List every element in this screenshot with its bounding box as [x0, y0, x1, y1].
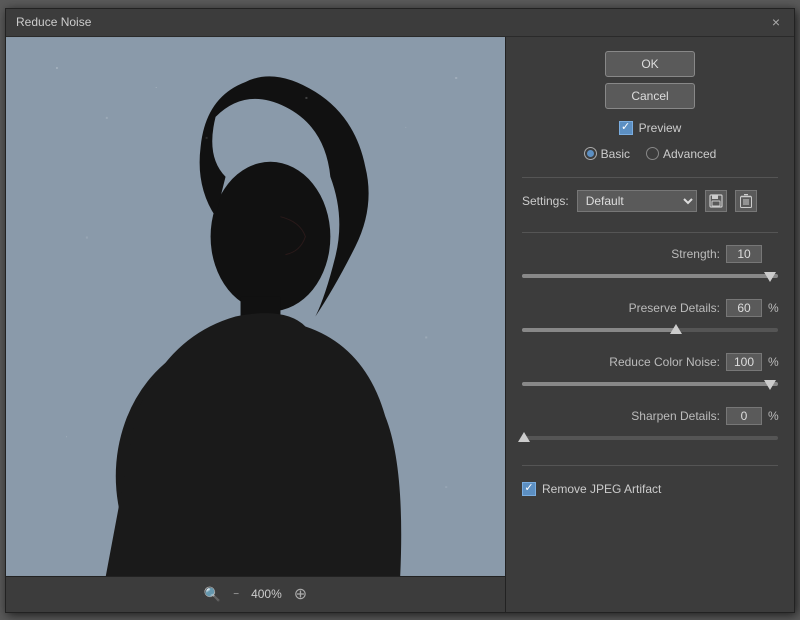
title-bar: Reduce Noise × — [6, 9, 794, 37]
image-preview-svg — [6, 37, 505, 576]
sharpen-input[interactable] — [726, 407, 762, 425]
zoom-bar: 🔍 − 400% ⊕ — [6, 576, 505, 612]
preview-row: ✓ Preview — [522, 121, 778, 135]
remove-jpeg-checkbox[interactable]: ✓ — [522, 482, 536, 496]
preserve-input[interactable] — [726, 299, 762, 317]
preserve-label-row: Preserve Details: % — [522, 299, 778, 317]
reduce-label: Reduce Color Noise: — [609, 355, 720, 369]
divider-3 — [522, 465, 778, 466]
divider-2 — [522, 232, 778, 233]
action-buttons: OK Cancel — [522, 51, 778, 109]
preview-check-mark: ✓ — [621, 122, 630, 133]
reduce-slider[interactable] — [522, 375, 778, 393]
strength-slider[interactable] — [522, 267, 778, 285]
close-button[interactable]: × — [768, 14, 784, 30]
preserve-track — [522, 328, 778, 332]
remove-jpeg-label: Remove JPEG Artifact — [542, 482, 661, 496]
mode-radio-row: Basic Advanced — [522, 147, 778, 161]
strength-fill — [522, 274, 778, 278]
reduce-track — [522, 382, 778, 386]
reduce-color-block: Reduce Color Noise: % — [522, 353, 778, 393]
preview-label: Preview — [639, 121, 682, 135]
zoom-minus[interactable]: − — [233, 589, 239, 600]
strength-track — [522, 274, 778, 278]
preserve-unit: % — [768, 301, 778, 315]
radio-advanced-label: Advanced — [663, 147, 716, 161]
sharpen-unit: % — [768, 409, 778, 423]
settings-label: Settings: — [522, 194, 569, 208]
zoom-in-icon[interactable]: ⊕ — [294, 584, 307, 604]
controls-panel: OK Cancel ✓ Preview Basic Advanc — [506, 37, 794, 612]
radio-basic-circle — [584, 147, 597, 160]
sharpen-label: Sharpen Details: — [631, 409, 720, 423]
zoom-level: 400% — [251, 587, 282, 601]
preserve-details-block: Preserve Details: % — [522, 299, 778, 339]
reduce-fill — [522, 382, 778, 386]
zoom-out-icon[interactable]: 🔍 — [204, 586, 221, 603]
radio-basic[interactable]: Basic — [584, 147, 630, 161]
ok-button[interactable]: OK — [605, 51, 695, 77]
strength-thumb[interactable] — [764, 272, 776, 282]
strength-label-row: Strength: — [522, 245, 778, 263]
sharpen-track — [522, 436, 778, 440]
reduce-thumb[interactable] — [764, 380, 776, 390]
preserve-label: Preserve Details: — [629, 301, 720, 315]
radio-advanced-circle — [646, 147, 659, 160]
sharpen-thumb[interactable] — [518, 432, 530, 442]
preserve-thumb[interactable] — [670, 324, 682, 334]
preserve-slider[interactable] — [522, 321, 778, 339]
strength-input[interactable] — [726, 245, 762, 263]
sharpen-label-row: Sharpen Details: % — [522, 407, 778, 425]
reduce-noise-dialog: Reduce Noise × — [5, 8, 795, 613]
cancel-button[interactable]: Cancel — [605, 83, 695, 109]
settings-save-btn[interactable] — [705, 190, 727, 212]
remove-jpeg-check-mark: ✓ — [524, 483, 533, 494]
radio-advanced[interactable]: Advanced — [646, 147, 716, 161]
reduce-input[interactable] — [726, 353, 762, 371]
image-canvas-area[interactable] — [6, 37, 505, 576]
reduce-label-row: Reduce Color Noise: % — [522, 353, 778, 371]
dialog-title: Reduce Noise — [16, 15, 91, 29]
strength-label: Strength: — [671, 247, 720, 261]
strength-block: Strength: — [522, 245, 778, 285]
settings-select[interactable]: Default — [577, 190, 697, 212]
preview-panel: 🔍 − 400% ⊕ — [6, 37, 506, 612]
settings-delete-btn[interactable] — [735, 190, 757, 212]
divider-1 — [522, 177, 778, 178]
preview-checkbox[interactable]: ✓ — [619, 121, 633, 135]
sharpen-block: Sharpen Details: % — [522, 407, 778, 447]
dialog-body: 🔍 − 400% ⊕ OK Cancel ✓ Preview — [6, 37, 794, 612]
settings-row: Settings: Default — [522, 190, 778, 212]
remove-jpeg-row: ✓ Remove JPEG Artifact — [522, 482, 778, 496]
preserve-fill — [522, 328, 676, 332]
reduce-unit: % — [768, 355, 778, 369]
radio-basic-label: Basic — [601, 147, 630, 161]
sharpen-slider[interactable] — [522, 429, 778, 447]
